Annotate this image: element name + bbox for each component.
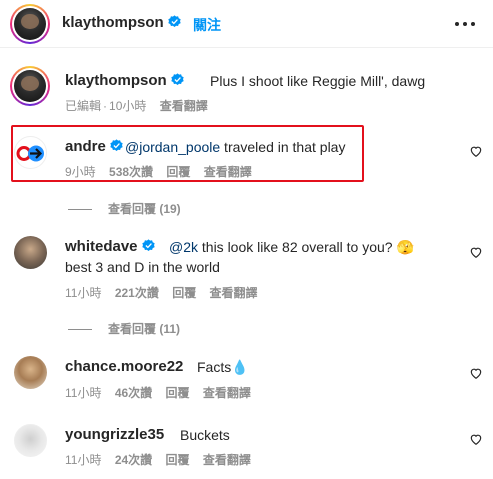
caption-avatar[interactable] <box>10 66 50 106</box>
verified-icon <box>168 15 181 28</box>
chance-avatar[interactable] <box>14 356 47 389</box>
reply-button[interactable]: 回覆 <box>172 286 196 300</box>
comment-text: @jordan_poole traveled in that play <box>125 139 346 155</box>
translate-button[interactable]: 查看翻譯 <box>203 453 251 467</box>
comment-username[interactable]: andre <box>65 138 123 155</box>
comment-username[interactable]: whitedave <box>65 238 155 255</box>
translate-button[interactable]: 查看翻譯 <box>160 99 208 113</box>
comment-username[interactable]: chance.moore22 <box>65 358 183 375</box>
like-heart-icon[interactable] <box>469 245 483 259</box>
comment-text: @2k this look like 82 overall to you? 🫣 <box>169 239 414 255</box>
comment-text-line2: best 3 and D in the world <box>65 259 220 275</box>
comment-meta: 9小時 538次讚 回覆 查看翻譯 <box>65 163 262 180</box>
comment-time: 11小時 <box>65 386 102 400</box>
view-replies-button[interactable]: 查看回覆 (11) <box>68 320 180 337</box>
comment-time: 9小時 <box>65 165 96 179</box>
reply-button[interactable]: 回覆 <box>166 386 190 400</box>
likes-count[interactable]: 46次讚 <box>115 386 152 400</box>
view-replies-button[interactable]: 查看回覆 (19) <box>68 200 181 217</box>
header-username[interactable]: klaythompson <box>62 14 181 31</box>
like-heart-icon[interactable] <box>469 366 483 380</box>
comment-time: 11小時 <box>65 453 102 467</box>
likes-count[interactable]: 221次讚 <box>115 286 159 300</box>
like-heart-icon[interactable] <box>469 432 483 446</box>
translate-button[interactable]: 查看翻譯 <box>204 165 252 179</box>
reply-button[interactable]: 回覆 <box>166 165 190 179</box>
comment-username[interactable]: youngrizzle35 <box>65 426 164 443</box>
comment-meta: 11小時 221次讚 回覆 查看翻譯 <box>65 284 268 301</box>
andre-avatar[interactable] <box>14 136 47 169</box>
caption-username[interactable]: klaythompson <box>65 72 184 89</box>
caption-text: Plus I shoot like Reggie Mill', dawg <box>210 73 426 89</box>
reply-button[interactable]: 回覆 <box>166 453 190 467</box>
edited-label: 已編輯 <box>65 99 102 113</box>
youngrizzle-avatar[interactable] <box>14 424 47 457</box>
comment-meta: 11小時 24次讚 回覆 查看翻譯 <box>65 451 261 468</box>
whitedave-avatar[interactable] <box>14 236 47 269</box>
comment-text: Facts💧 <box>197 359 249 375</box>
verified-icon <box>110 139 123 152</box>
mention-link[interactable]: @jordan_poole <box>125 139 220 155</box>
like-heart-icon[interactable] <box>469 144 483 158</box>
more-options-icon[interactable] <box>453 14 477 34</box>
comment-meta: 11小時 46次讚 回覆 查看翻譯 <box>65 384 261 401</box>
header-avatar[interactable] <box>10 4 50 44</box>
comment-time: 11小時 <box>65 286 102 300</box>
comment-text: Buckets <box>180 427 230 443</box>
verified-icon <box>171 73 184 86</box>
verified-icon <box>141 239 155 252</box>
follow-button[interactable]: 關注 <box>193 15 221 35</box>
post-header: klaythompson 關注 <box>0 0 493 48</box>
translate-button[interactable]: 查看翻譯 <box>210 286 258 300</box>
likes-count[interactable]: 538次讚 <box>109 165 153 179</box>
likes-count[interactable]: 24次讚 <box>115 453 152 467</box>
caption-time: 10小時 <box>109 99 147 113</box>
translate-button[interactable]: 查看翻譯 <box>203 386 251 400</box>
mention-link[interactable]: @2k <box>169 239 198 255</box>
caption-meta: 已編輯 · 10小時 查看翻譯 <box>65 99 208 113</box>
